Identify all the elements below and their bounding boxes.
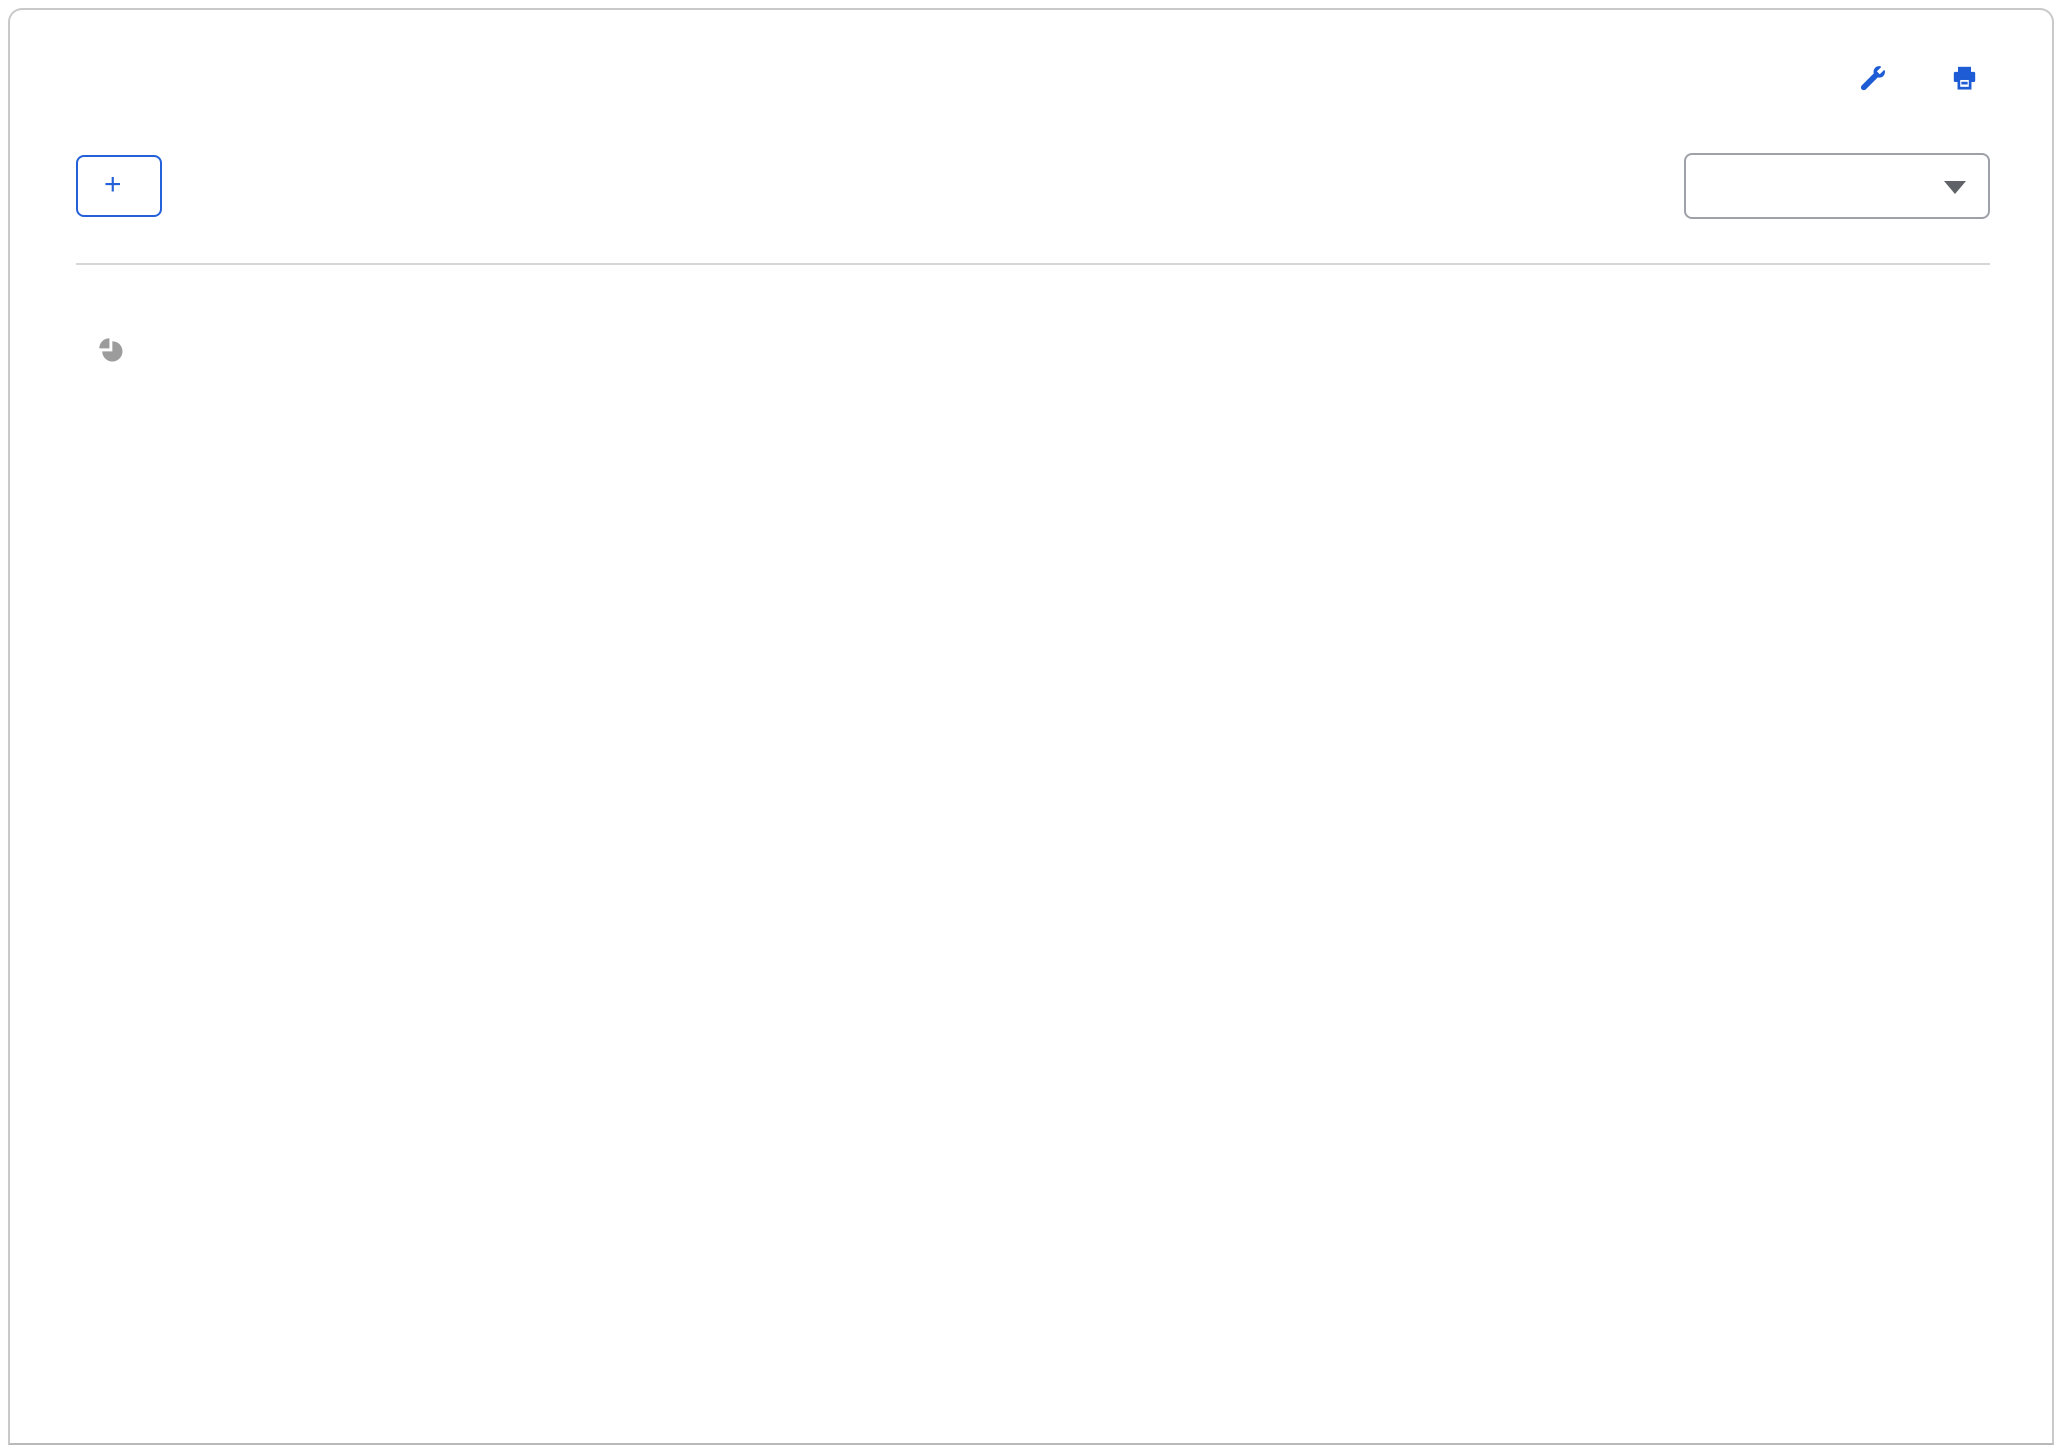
chevron-down-icon xyxy=(1944,181,1966,194)
configure-super-bot-fight-mode-link[interactable] xyxy=(1859,65,1897,91)
requests-section xyxy=(10,337,2052,421)
pie-chart-icon xyxy=(98,337,125,369)
header-divider xyxy=(76,263,1990,265)
printer-icon xyxy=(1951,64,1978,91)
stacked-bar-chart xyxy=(100,630,1990,1385)
plus-icon: + xyxy=(104,170,122,200)
header: + xyxy=(10,10,2052,265)
wrench-icon xyxy=(1859,65,1885,91)
time-range-select[interactable] xyxy=(1684,153,1990,219)
print-report-link[interactable] xyxy=(1951,64,1990,91)
add-filter-button[interactable]: + xyxy=(76,155,162,217)
